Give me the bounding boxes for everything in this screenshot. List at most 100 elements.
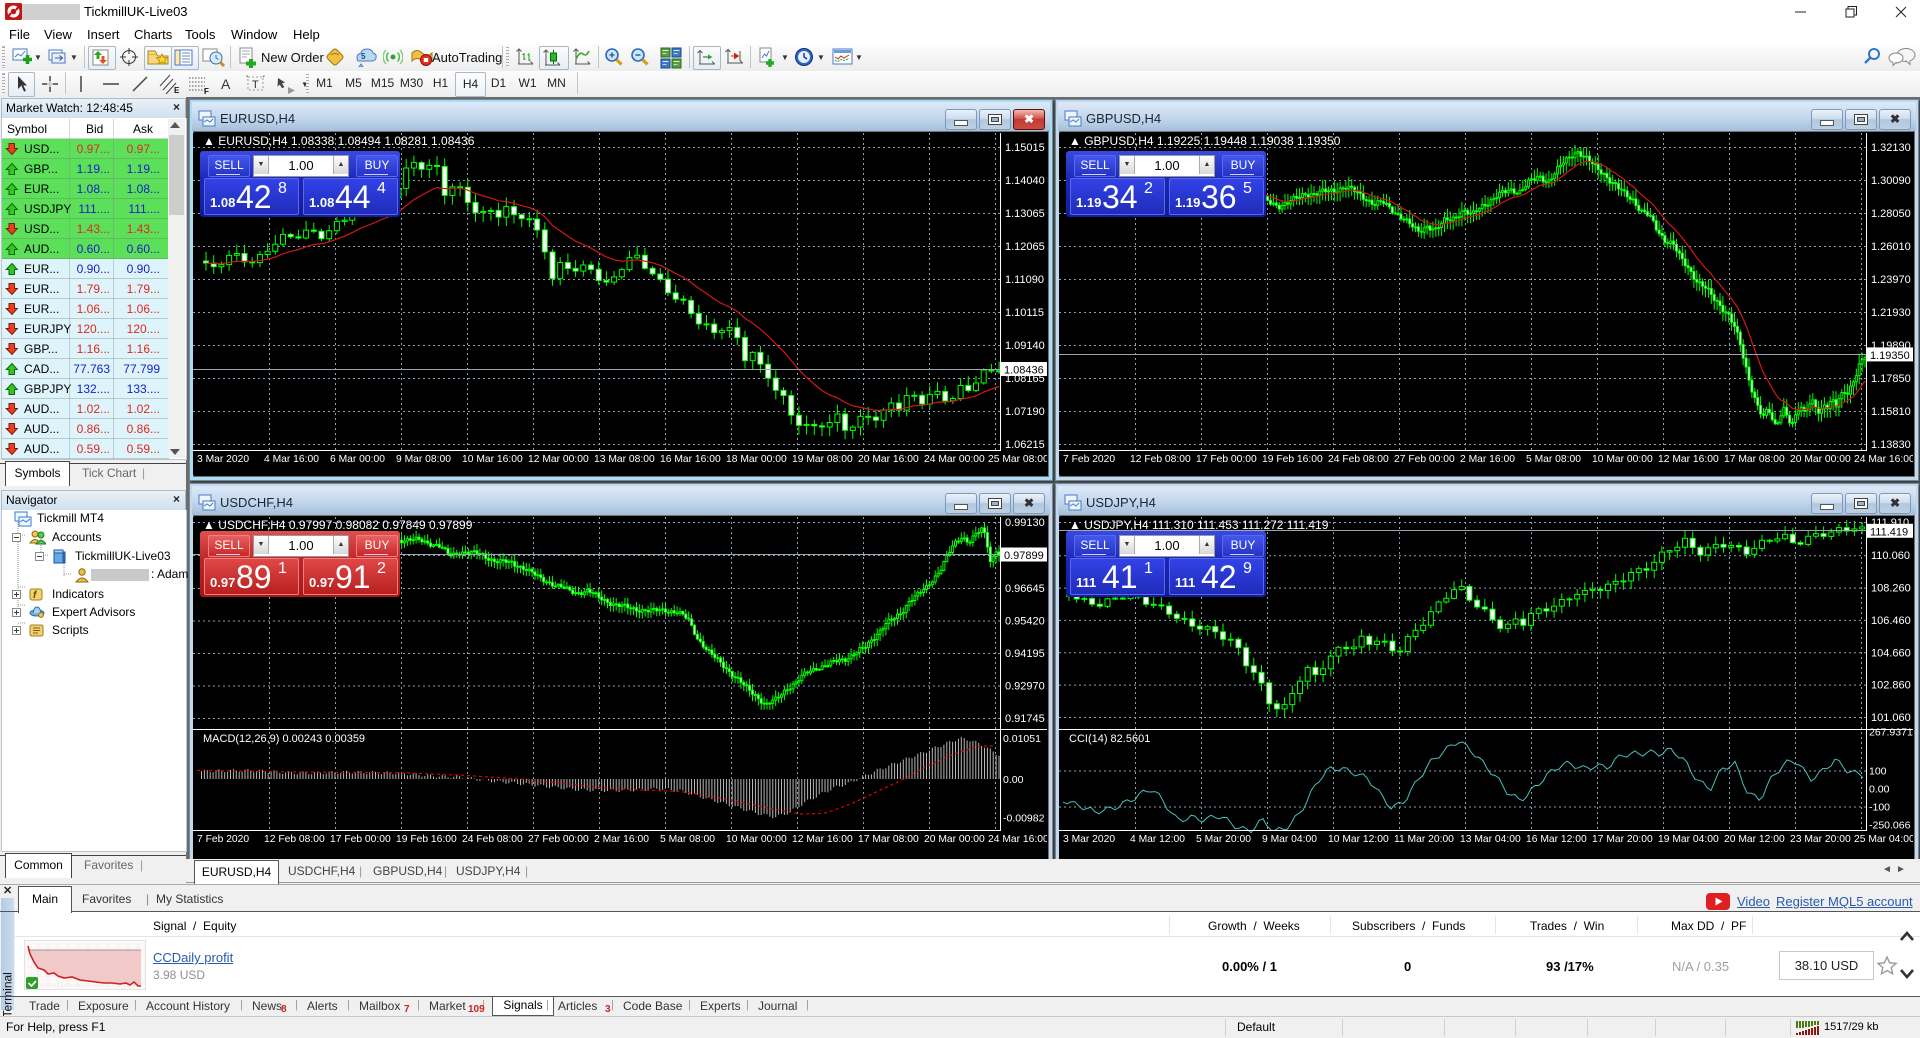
svg-text:16 Mar 12:00: 16 Mar 12:00 xyxy=(1526,834,1587,845)
svg-text:5 Mar 20:00: 5 Mar 20:00 xyxy=(1196,834,1251,845)
svg-text:23 Mar 20:00: 23 Mar 20:00 xyxy=(1790,834,1851,845)
svg-text:16 Mar 16:00: 16 Mar 16:00 xyxy=(660,454,721,465)
svg-text:1.21930: 1.21930 xyxy=(1871,307,1911,319)
svg-text:0.97899: 0.97899 xyxy=(1004,550,1044,562)
svg-text:17 Feb 00:00: 17 Feb 00:00 xyxy=(330,834,391,845)
svg-text:1.30090: 1.30090 xyxy=(1871,175,1911,187)
svg-text:1.10115: 1.10115 xyxy=(1005,307,1044,319)
svg-text:20 Mar 16:00: 20 Mar 16:00 xyxy=(858,454,919,465)
svg-text:1.12065: 1.12065 xyxy=(1005,241,1045,253)
svg-text:1.11090: 1.11090 xyxy=(1005,274,1044,286)
svg-text:17 Mar 20:00: 17 Mar 20:00 xyxy=(1592,834,1653,845)
svg-text:9 Mar 08:00: 9 Mar 08:00 xyxy=(396,454,451,465)
svg-text:1.07190: 1.07190 xyxy=(1005,406,1045,418)
svg-text:1.13830: 1.13830 xyxy=(1871,439,1911,451)
svg-text:-0.00982: -0.00982 xyxy=(1003,813,1045,825)
svg-text:0.00: 0.00 xyxy=(1869,784,1890,796)
svg-text:0.00: 0.00 xyxy=(1003,774,1024,786)
svg-text:1.15810: 1.15810 xyxy=(1871,406,1911,418)
svg-text:T: T xyxy=(252,79,259,91)
svg-text:3 Mar 2020: 3 Mar 2020 xyxy=(1063,834,1115,845)
svg-text:▲ EURUSD,H4 1.08338 1.08494 1: ▲ EURUSD,H4 1.08338 1.08494 1.08281 1.08… xyxy=(203,134,475,148)
svg-text:11 Mar 20:00: 11 Mar 20:00 xyxy=(1394,834,1454,845)
svg-text:20 Mar 00:00: 20 Mar 00:00 xyxy=(1790,454,1851,465)
svg-text:6 Mar 00:00: 6 Mar 00:00 xyxy=(330,454,385,465)
svg-text:17 Mar 08:00: 17 Mar 08:00 xyxy=(1724,454,1785,465)
svg-text:7 Feb 2020: 7 Feb 2020 xyxy=(1063,454,1115,465)
svg-text:0.91745: 0.91745 xyxy=(1005,713,1045,725)
svg-text:▲ USDJPY,H4 111.310 111.453 1: ▲ USDJPY,H4 111.310 111.453 111.272 111.… xyxy=(1069,518,1329,532)
svg-text:106.460: 106.460 xyxy=(1871,615,1911,627)
svg-text:12 Mar 16:00: 12 Mar 16:00 xyxy=(792,834,853,845)
svg-text:1.19350: 1.19350 xyxy=(1870,350,1910,362)
svg-text:12 Mar 16:00: 12 Mar 16:00 xyxy=(1658,454,1719,465)
svg-text:7 Feb 2020: 7 Feb 2020 xyxy=(197,834,249,845)
svg-text:104.660: 104.660 xyxy=(1871,647,1911,659)
svg-text:18 Mar 00:00: 18 Mar 00:00 xyxy=(726,454,787,465)
svg-text:0.95420: 0.95420 xyxy=(1005,616,1045,628)
svg-text:19 Feb 16:00: 19 Feb 16:00 xyxy=(1262,454,1323,465)
svg-text:102.860: 102.860 xyxy=(1871,680,1911,692)
svg-text:10 Mar 00:00: 10 Mar 00:00 xyxy=(1592,454,1653,465)
svg-text:111.419: 111.419 xyxy=(1870,526,1908,538)
svg-text:E: E xyxy=(174,86,180,95)
svg-text:24 Mar 16:00: 24 Mar 16:00 xyxy=(1854,454,1913,465)
svg-text:▲ GBPUSD,H4 1.19225 1.19448 1: ▲ GBPUSD,H4 1.19225 1.19448 1.19038 1.19… xyxy=(1069,134,1341,148)
svg-text:19 Mar 08:00: 19 Mar 08:00 xyxy=(792,454,853,465)
svg-text:-100: -100 xyxy=(1869,802,1890,814)
svg-text:4 Mar 16:00: 4 Mar 16:00 xyxy=(264,454,319,465)
svg-text:24 Mar 00:00: 24 Mar 00:00 xyxy=(924,454,985,465)
svg-text:13 Mar 04:00: 13 Mar 04:00 xyxy=(1460,834,1521,845)
svg-text:A: A xyxy=(221,76,231,92)
svg-text:12 Mar 00:00: 12 Mar 00:00 xyxy=(528,454,589,465)
svg-text:27 Feb 00:00: 27 Feb 00:00 xyxy=(1394,454,1455,465)
svg-text:MACD(12,26,9) 0.00243 0.00359: MACD(12,26,9) 0.00243 0.00359 xyxy=(203,733,365,745)
svg-text:3 Mar 2020: 3 Mar 2020 xyxy=(197,454,249,465)
svg-text:1.13065: 1.13065 xyxy=(1005,208,1045,220)
svg-text:0.92970: 0.92970 xyxy=(1005,681,1045,693)
svg-text:12 Feb 08:00: 12 Feb 08:00 xyxy=(1130,454,1191,465)
svg-text:1.15015: 1.15015 xyxy=(1005,142,1045,154)
svg-text:1.06215: 1.06215 xyxy=(1005,439,1045,451)
svg-text:108.260: 108.260 xyxy=(1871,583,1911,595)
svg-text:1.32130: 1.32130 xyxy=(1871,142,1911,154)
svg-text:24 Mar 16:00: 24 Mar 16:00 xyxy=(988,834,1047,845)
svg-text:24 Feb 08:00: 24 Feb 08:00 xyxy=(462,834,523,845)
svg-text:▲ USDCHF,H4 0.97997 0.98082 0: ▲ USDCHF,H4 0.97997 0.98082 0.97849 0.97… xyxy=(203,518,473,532)
svg-text:1.23970: 1.23970 xyxy=(1871,274,1911,286)
svg-text:12 Feb 08:00: 12 Feb 08:00 xyxy=(264,834,325,845)
svg-text:10 Mar 00:00: 10 Mar 00:00 xyxy=(726,834,787,845)
svg-text:1.17850: 1.17850 xyxy=(1871,373,1911,385)
svg-text:0.96645: 0.96645 xyxy=(1005,583,1045,595)
svg-text:1.26010: 1.26010 xyxy=(1871,241,1911,253)
svg-text:20 Mar 00:00: 20 Mar 00:00 xyxy=(924,834,985,845)
svg-text:19 Mar 04:00: 19 Mar 04:00 xyxy=(1658,834,1719,845)
svg-text:4 Mar 12:00: 4 Mar 12:00 xyxy=(1130,834,1185,845)
svg-text:1.28050: 1.28050 xyxy=(1871,208,1911,220)
svg-text:110.060: 110.060 xyxy=(1871,550,1910,562)
svg-text:1.14040: 1.14040 xyxy=(1005,175,1045,187)
svg-text:13 Mar 08:00: 13 Mar 08:00 xyxy=(594,454,655,465)
svg-text:25 Mar 08:00: 25 Mar 08:00 xyxy=(988,454,1047,465)
svg-text:19 Feb 16:00: 19 Feb 16:00 xyxy=(396,834,457,845)
svg-text:17 Feb 00:00: 17 Feb 00:00 xyxy=(1196,454,1257,465)
svg-text:10 Mar 12:00: 10 Mar 12:00 xyxy=(1328,834,1389,845)
svg-text:0.99130: 0.99130 xyxy=(1005,517,1045,529)
svg-text:100: 100 xyxy=(1869,766,1887,778)
svg-text:5: 5 xyxy=(361,52,366,61)
svg-text:2 Mar 16:00: 2 Mar 16:00 xyxy=(1460,454,1515,465)
svg-text:F: F xyxy=(204,87,209,95)
svg-text:0.94195: 0.94195 xyxy=(1005,648,1045,660)
svg-text:CCI(14) 82.5601: CCI(14) 82.5601 xyxy=(1069,733,1150,745)
svg-text:10 Mar 16:00: 10 Mar 16:00 xyxy=(462,454,523,465)
svg-text:1.09140: 1.09140 xyxy=(1005,340,1045,352)
svg-text:24 Feb 08:00: 24 Feb 08:00 xyxy=(1328,454,1389,465)
svg-text:267.9371: 267.9371 xyxy=(1869,727,1913,739)
svg-text:2 Mar 16:00: 2 Mar 16:00 xyxy=(594,834,649,845)
svg-text:0.01051: 0.01051 xyxy=(1003,733,1041,745)
svg-text:20 Mar 12:00: 20 Mar 12:00 xyxy=(1724,834,1785,845)
svg-text:17 Mar 08:00: 17 Mar 08:00 xyxy=(858,834,919,845)
svg-text:101.060: 101.060 xyxy=(1871,712,1911,724)
svg-text:5 Mar 08:00: 5 Mar 08:00 xyxy=(660,834,715,845)
svg-text:1.08436: 1.08436 xyxy=(1004,365,1044,377)
